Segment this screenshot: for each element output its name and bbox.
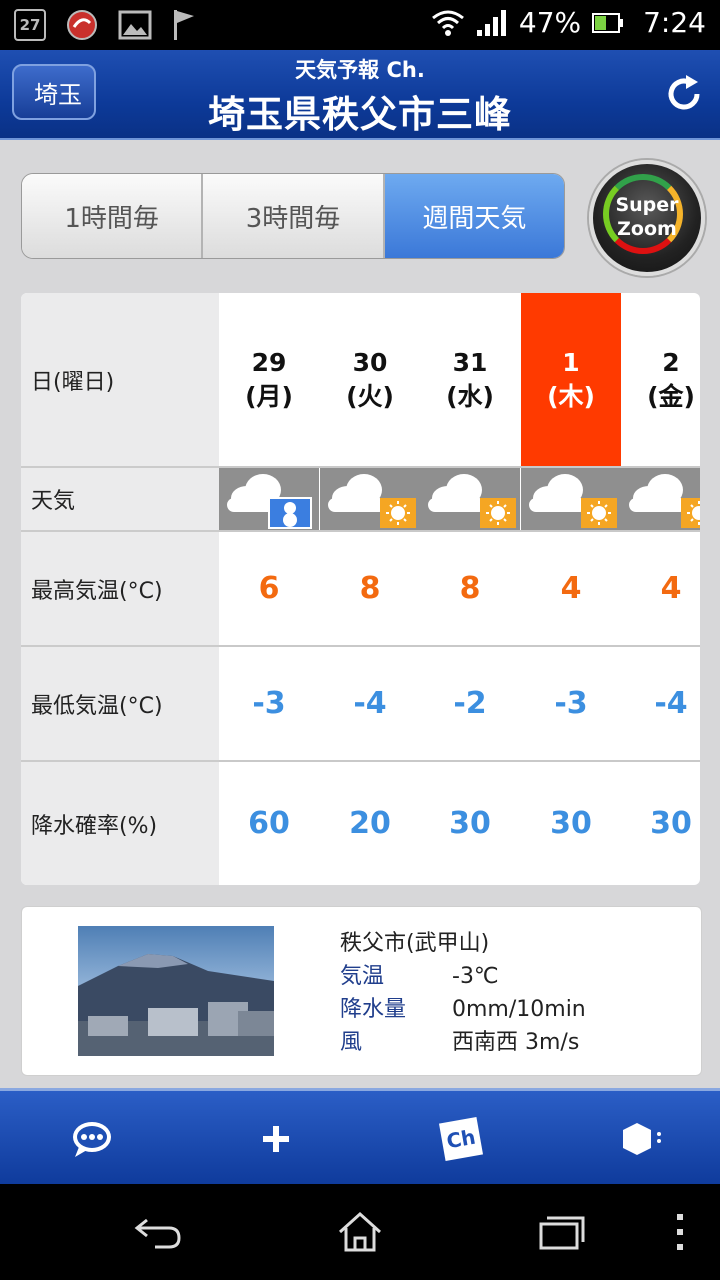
chat-icon	[73, 1122, 111, 1157]
rain-value: 0mm/10min	[452, 997, 586, 1022]
cloudy-sunny-icon	[328, 474, 416, 528]
overflow-menu-icon	[677, 1214, 683, 1250]
super-zoom-button[interactable]: Super Zoom	[589, 160, 705, 276]
channel-icon: Ch	[438, 1116, 484, 1162]
nav-home-button[interactable]	[330, 1206, 390, 1258]
image-icon	[118, 10, 152, 40]
label-high: 最高気温(°C)	[21, 532, 219, 647]
clock: 7:24	[643, 6, 706, 39]
day-header: 30 (火)	[320, 293, 420, 466]
title-bar: 埼玉 天気予報 Ch. 埼玉県秩父市三峰	[0, 50, 720, 140]
app-notification-icon	[67, 10, 97, 40]
label-low: 最低気温(°C)	[21, 647, 219, 762]
menu-icon	[623, 1123, 661, 1155]
observation-info: 秩父市(武甲山) 気温 -3℃ 降水量 0mm/10min 風 西南西 3m/s	[340, 927, 586, 1059]
chat-button[interactable]	[62, 1113, 122, 1165]
weather-cell	[320, 468, 420, 530]
mountain-image	[78, 954, 274, 1056]
refresh-icon[interactable]	[664, 74, 704, 114]
weather-cell	[521, 468, 621, 530]
low-temp: -4	[353, 686, 387, 721]
cloudy-snow-icon	[227, 474, 312, 529]
weather-cell	[621, 468, 700, 530]
nav-recents-button[interactable]	[531, 1206, 591, 1258]
system-nav-bar	[0, 1184, 720, 1280]
home-icon	[338, 1211, 382, 1252]
high-temp: 8	[359, 571, 381, 606]
precip-prob: 60	[248, 806, 290, 841]
day-date: 31	[452, 347, 488, 377]
day-date: 2	[662, 347, 680, 377]
low-temp: -2	[453, 686, 487, 721]
precip-prob: 30	[650, 806, 692, 841]
day-weekday: (金)	[647, 381, 695, 411]
temp-value: -3℃	[452, 964, 499, 989]
cloudy-sunny-icon	[529, 474, 617, 528]
forecast-tabs: 1時間毎 3時間毎 週間天気	[21, 173, 565, 259]
super-zoom-label-1: Super	[615, 194, 679, 216]
notification-27-icon: 27	[14, 9, 46, 41]
low-temp: -4	[654, 686, 688, 721]
observation-card[interactable]: 秩父市(武甲山) 気温 -3℃ 降水量 0mm/10min 風 西南西 3m/s	[21, 906, 702, 1076]
rain-label: 降水量	[340, 997, 407, 1022]
high-temp: 8	[459, 571, 481, 606]
tab-weekly[interactable]: 週間天気	[384, 174, 564, 258]
high-temp: 4	[660, 571, 682, 606]
precip-prob: 20	[349, 806, 391, 841]
tab-3hourly[interactable]: 3時間毎	[203, 174, 385, 258]
weather-cell	[219, 468, 319, 530]
day-header: 31 (水)	[420, 293, 520, 466]
low-temp: -3	[252, 686, 286, 721]
wind-value: 西南西 3m/s	[452, 1030, 580, 1055]
high-temp: 4	[560, 571, 582, 606]
super-zoom-label-2: Zoom	[617, 218, 677, 240]
nav-back-button[interactable]	[128, 1206, 188, 1258]
live-camera-photo[interactable]	[78, 926, 274, 1056]
day-date: 29	[251, 347, 287, 377]
status-bar: 27 47% 7:24	[0, 0, 720, 50]
weekly-forecast-table: 日(曜日) 天気 最高気温(°C) 最低気温(°C) 降水確率(%) 29 (月)…	[21, 293, 700, 885]
label-precip: 降水確率(%)	[21, 762, 219, 885]
battery-percent: 47%	[518, 6, 582, 39]
day-weekday: (月)	[245, 381, 293, 411]
day-header: 1 (木)	[521, 293, 621, 466]
day-weekday: (火)	[346, 381, 394, 411]
menu-button[interactable]	[614, 1113, 674, 1165]
wind-label: 風	[340, 1030, 363, 1055]
nav-overflow-button[interactable]	[650, 1206, 710, 1258]
temp-label: 気温	[340, 964, 385, 989]
precip-prob: 30	[550, 806, 592, 841]
bottom-toolbar: Ch	[0, 1088, 720, 1187]
flag-icon	[174, 10, 194, 40]
high-temp: 6	[258, 571, 280, 606]
day-weekday: (木)	[547, 381, 595, 411]
recent-apps-icon	[539, 1216, 585, 1250]
cloudy-sunny-icon	[428, 474, 516, 528]
day-header: 2 (金)	[621, 293, 700, 466]
add-button[interactable]	[246, 1113, 306, 1165]
channel-button[interactable]: Ch	[431, 1113, 491, 1165]
label-day: 日(曜日)	[21, 293, 219, 468]
low-temp: -3	[554, 686, 588, 721]
page-title: 埼玉県秩父市三峰	[208, 93, 512, 136]
day-date: 30	[352, 347, 388, 377]
day-header: 29 (月)	[219, 293, 319, 466]
wifi-icon	[431, 10, 464, 36]
day-date: 1	[562, 347, 580, 377]
back-arrow-icon	[134, 1218, 181, 1249]
cloudy-sunny-icon	[629, 474, 700, 528]
observation-location: 秩父市(武甲山)	[340, 931, 490, 956]
battery-icon	[592, 12, 624, 33]
weather-cell	[420, 468, 520, 530]
add-icon	[263, 1126, 289, 1152]
signal-icon	[476, 9, 506, 36]
tab-hourly[interactable]: 1時間毎	[22, 174, 204, 258]
channel-label: Ch	[444, 1124, 478, 1154]
day-weekday: (水)	[446, 381, 494, 411]
precip-prob: 30	[449, 806, 491, 841]
app-subtitle: 天気予報 Ch.	[295, 58, 425, 82]
label-weather: 天気	[21, 468, 219, 532]
